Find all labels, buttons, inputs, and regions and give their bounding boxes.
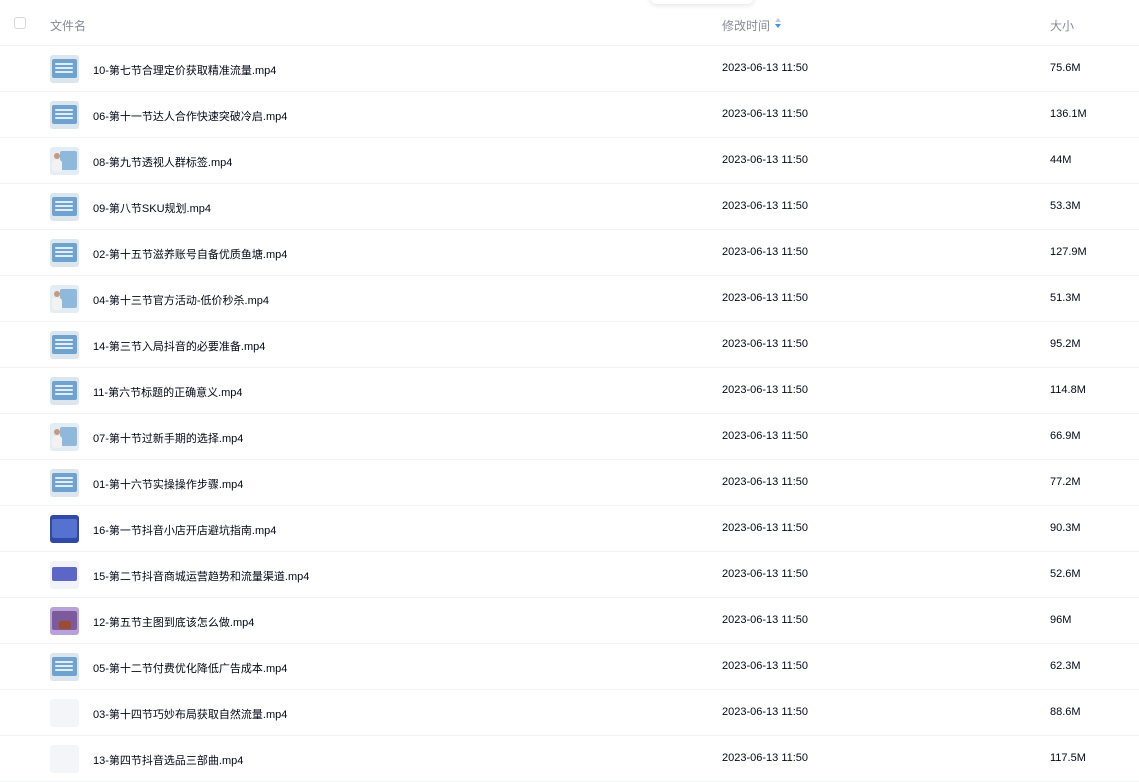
sort-icon[interactable] <box>774 16 782 30</box>
file-row[interactable]: 01-第十六节实操操作步骤.mp4 2023-06-13 11:50 77.2M <box>0 460 1139 506</box>
file-size: 66.9M <box>1050 430 1081 442</box>
file-size: 88.6M <box>1050 706 1081 718</box>
file-name[interactable]: 05-第十二节付费优化降低广告成本.mp4 <box>93 660 287 676</box>
file-modified-time: 2023-06-13 11:50 <box>722 338 809 350</box>
video-thumbnail <box>50 147 79 175</box>
file-modified-time: 2023-06-13 11:50 <box>722 154 809 166</box>
file-row[interactable]: 13-第四节抖音选品三部曲.mp4 2023-06-13 11:50 117.5M <box>0 736 1139 782</box>
file-name[interactable]: 07-第十节过新手期的选择.mp4 <box>93 430 243 446</box>
file-name[interactable]: 02-第十五节滋养账号自备优质鱼塘.mp4 <box>93 246 287 262</box>
file-modified-time: 2023-06-13 11:50 <box>722 476 809 488</box>
file-row[interactable]: 06-第十一节达人合作快速突破冷启.mp4 2023-06-13 11:50 136… <box>0 92 1139 138</box>
file-size: 90.3M <box>1050 522 1081 534</box>
file-size: 77.2M <box>1050 476 1081 488</box>
file-size: 44M <box>1050 154 1072 166</box>
file-name[interactable]: 08-第九节透视人群标签.mp4 <box>93 154 232 170</box>
file-size: 52.6M <box>1050 568 1081 580</box>
video-thumbnail <box>50 101 79 129</box>
file-modified-time: 2023-06-13 11:50 <box>722 384 809 396</box>
file-name[interactable]: 11-第六节标题的正确意义.mp4 <box>93 384 243 400</box>
video-thumbnail <box>50 285 79 313</box>
file-modified-time: 2023-06-13 11:50 <box>722 568 809 580</box>
file-modified-time: 2023-06-13 11:50 <box>722 706 809 718</box>
file-row[interactable]: 11-第六节标题的正确意义.mp4 2023-06-13 11:50 114.8M <box>0 368 1139 414</box>
file-size: 114.8M <box>1050 384 1086 396</box>
file-row[interactable]: 10-第七节合理定价获取精准流量.mp4 2023-06-13 11:50 75.6… <box>0 46 1139 92</box>
file-size: 62.3M <box>1050 660 1081 672</box>
file-row[interactable]: 14-第三节入局抖音的必要准备.mp4 2023-06-13 11:50 95.2M <box>0 322 1139 368</box>
table-header: 文件名 修改时间 大小 <box>0 0 1139 46</box>
file-row[interactable]: 04-第十三节官方活动-低价秒杀.mp4 2023-06-13 11:50 51.3… <box>0 276 1139 322</box>
file-name[interactable]: 16-第一节抖音小店开店避坑指南.mp4 <box>93 522 276 538</box>
video-thumbnail <box>50 745 79 773</box>
file-row[interactable]: 15-第二节抖音商城运营趋势和流量渠道.mp4 2023-06-13 11:50 5… <box>0 552 1139 598</box>
file-row[interactable]: 05-第十二节付费优化降低广告成本.mp4 2023-06-13 11:50 62.… <box>0 644 1139 690</box>
file-modified-time: 2023-06-13 11:50 <box>722 200 809 212</box>
file-modified-time: 2023-06-13 11:50 <box>722 62 809 74</box>
file-size: 96M <box>1050 614 1072 626</box>
file-modified-time: 2023-06-13 11:50 <box>722 246 809 258</box>
column-header-modified[interactable]: 修改时间 <box>722 17 770 34</box>
file-row[interactable]: 16-第一节抖音小店开店避坑指南.mp4 2023-06-13 11:50 90.3… <box>0 506 1139 552</box>
file-row[interactable]: 07-第十节过新手期的选择.mp4 2023-06-13 11:50 66.9M <box>0 414 1139 460</box>
video-thumbnail <box>50 607 79 635</box>
file-row[interactable]: 03-第十四节巧妙布局获取自然流量.mp4 2023-06-13 11:50 88.… <box>0 690 1139 736</box>
file-size: 53.3M <box>1050 200 1081 212</box>
file-table: 文件名 修改时间 大小 10-第七节合理定价获取精准流量.mp4 2023-06-… <box>0 0 1139 782</box>
file-name[interactable]: 14-第三节入局抖音的必要准备.mp4 <box>93 338 265 354</box>
file-modified-time: 2023-06-13 11:50 <box>722 108 809 120</box>
select-all-checkbox[interactable] <box>14 17 26 29</box>
file-name[interactable]: 04-第十三节官方活动-低价秒杀.mp4 <box>93 292 269 308</box>
file-list: 10-第七节合理定价获取精准流量.mp4 2023-06-13 11:50 75.6… <box>0 46 1139 782</box>
file-modified-time: 2023-06-13 11:50 <box>722 522 809 534</box>
file-modified-time: 2023-06-13 11:50 <box>722 430 809 442</box>
file-name[interactable]: 09-第八节SKU规划.mp4 <box>93 200 211 216</box>
video-thumbnail <box>50 239 79 267</box>
video-thumbnail <box>50 515 79 543</box>
video-thumbnail <box>50 193 79 221</box>
file-row[interactable]: 09-第八节SKU规划.mp4 2023-06-13 11:50 53.3M <box>0 184 1139 230</box>
file-size: 127.9M <box>1050 246 1087 258</box>
file-modified-time: 2023-06-13 11:50 <box>722 660 809 672</box>
file-size: 51.3M <box>1050 292 1081 304</box>
file-name[interactable]: 12-第五节主图到底该怎么做.mp4 <box>93 614 254 630</box>
file-name[interactable]: 01-第十六节实操操作步骤.mp4 <box>93 476 243 492</box>
file-size: 136.1M <box>1050 108 1087 120</box>
file-row[interactable]: 02-第十五节滋养账号自备优质鱼塘.mp4 2023-06-13 11:50 127… <box>0 230 1139 276</box>
video-thumbnail <box>50 561 79 589</box>
video-thumbnail <box>50 55 79 83</box>
column-header-name[interactable]: 文件名 <box>50 17 86 34</box>
file-name[interactable]: 10-第七节合理定价获取精准流量.mp4 <box>93 62 276 78</box>
file-size: 95.2M <box>1050 338 1081 350</box>
video-thumbnail <box>50 423 79 451</box>
file-modified-time: 2023-06-13 11:50 <box>722 752 809 764</box>
video-thumbnail <box>50 699 79 727</box>
video-thumbnail <box>50 331 79 359</box>
file-row[interactable]: 12-第五节主图到底该怎么做.mp4 2023-06-13 11:50 96M <box>0 598 1139 644</box>
file-name[interactable]: 15-第二节抖音商城运营趋势和流量渠道.mp4 <box>93 568 309 584</box>
file-modified-time: 2023-06-13 11:50 <box>722 292 809 304</box>
file-name[interactable]: 13-第四节抖音选品三部曲.mp4 <box>93 752 243 768</box>
file-name[interactable]: 03-第十四节巧妙布局获取自然流量.mp4 <box>93 706 287 722</box>
file-name[interactable]: 06-第十一节达人合作快速突破冷启.mp4 <box>93 108 287 124</box>
video-thumbnail <box>50 469 79 497</box>
column-header-size[interactable]: 大小 <box>1050 17 1074 34</box>
file-size: 75.6M <box>1050 62 1081 74</box>
file-size: 117.5M <box>1050 752 1086 764</box>
file-row[interactable]: 08-第九节透视人群标签.mp4 2023-06-13 11:50 44M <box>0 138 1139 184</box>
video-thumbnail <box>50 377 79 405</box>
video-thumbnail <box>50 653 79 681</box>
file-modified-time: 2023-06-13 11:50 <box>722 614 809 626</box>
